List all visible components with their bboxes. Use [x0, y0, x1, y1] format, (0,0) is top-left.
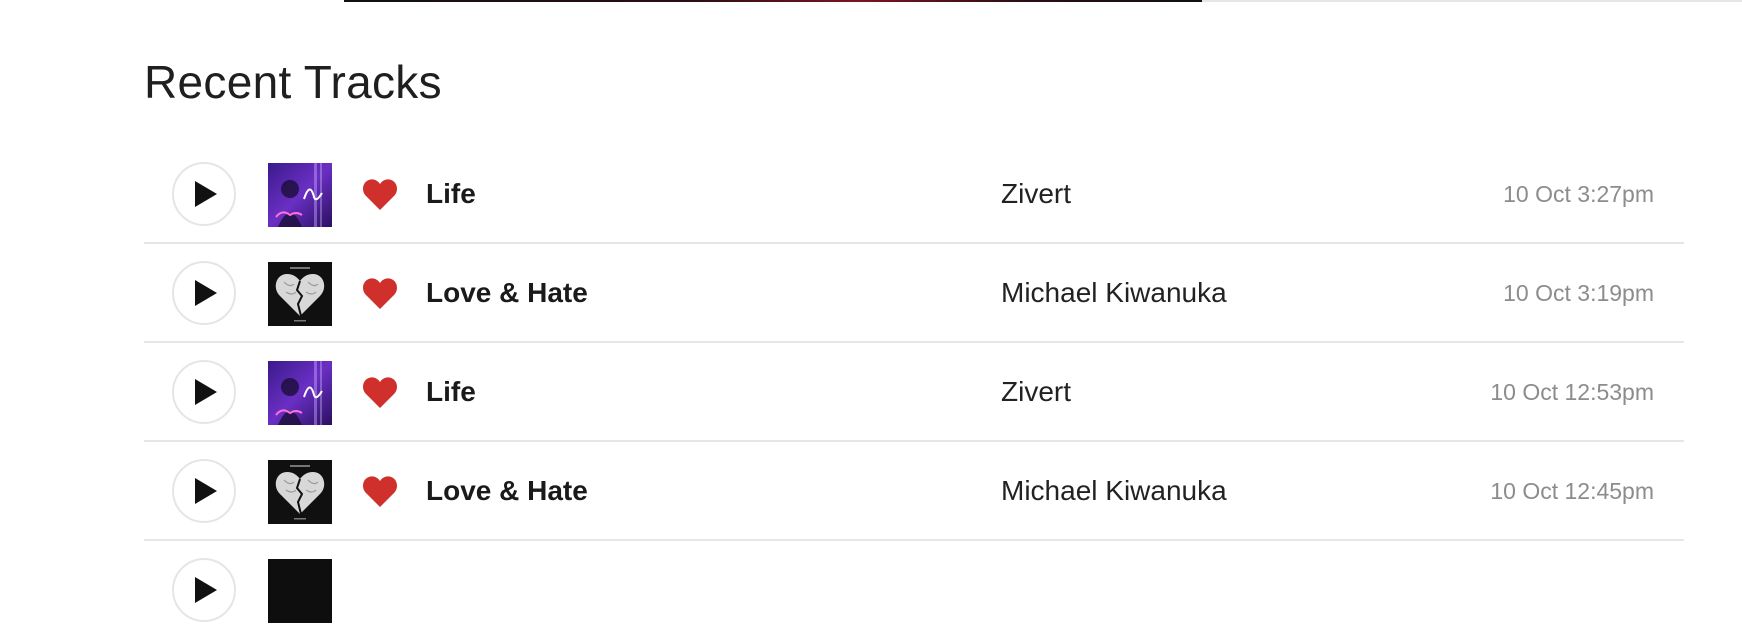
album-cover-life[interactable]	[268, 361, 332, 425]
play-icon	[195, 181, 217, 207]
like-button[interactable]	[362, 177, 398, 211]
album-cover-life[interactable]	[268, 163, 332, 227]
play-icon	[195, 280, 217, 306]
album-cover[interactable]	[268, 559, 332, 623]
album-cover-love-hate[interactable]	[268, 460, 332, 524]
section-title: Recent Tracks	[144, 56, 442, 108]
play-icon	[195, 379, 217, 405]
track-row	[144, 541, 1684, 640]
track-title[interactable]: Love & Hate	[426, 473, 588, 509]
play-button[interactable]	[172, 459, 236, 523]
heart-icon	[362, 377, 398, 408]
album-cover-love-hate[interactable]	[268, 262, 332, 326]
play-button[interactable]	[172, 261, 236, 325]
loading-bar	[344, 0, 1742, 2]
track-row: Love & Hate Michael Kiwanuka 10 Oct 3:19…	[144, 244, 1684, 343]
track-title[interactable]: Life	[426, 374, 476, 410]
track-title[interactable]: Love & Hate	[426, 275, 588, 311]
play-button[interactable]	[172, 162, 236, 226]
play-icon	[195, 478, 217, 504]
track-row: Love & Hate Michael Kiwanuka 10 Oct 12:4…	[144, 442, 1684, 541]
track-played-time: 10 Oct 12:45pm	[1490, 478, 1654, 504]
heart-icon	[362, 278, 398, 309]
recent-tracks-list: Life Zivert 10 Oct 3:27pm Love & Hate Mi…	[144, 145, 1684, 640]
heart-icon	[362, 179, 398, 210]
track-row: Life Zivert 10 Oct 3:27pm	[144, 145, 1684, 244]
like-button[interactable]	[362, 375, 398, 409]
track-title[interactable]: Life	[426, 176, 476, 212]
track-artist[interactable]: Michael Kiwanuka	[1001, 473, 1227, 509]
track-played-time: 10 Oct 3:27pm	[1503, 181, 1654, 207]
like-button[interactable]	[362, 474, 398, 508]
like-button[interactable]	[362, 276, 398, 310]
track-played-time: 10 Oct 3:19pm	[1503, 280, 1654, 306]
track-artist[interactable]: Zivert	[1001, 176, 1071, 212]
track-played-time: 10 Oct 12:53pm	[1490, 379, 1654, 405]
track-artist[interactable]: Michael Kiwanuka	[1001, 275, 1227, 311]
track-artist[interactable]: Zivert	[1001, 374, 1071, 410]
heart-icon	[362, 476, 398, 507]
play-icon	[195, 577, 217, 603]
loading-bar-fill	[344, 0, 1203, 2]
play-button[interactable]	[172, 360, 236, 424]
track-row: Life Zivert 10 Oct 12:53pm	[144, 343, 1684, 442]
